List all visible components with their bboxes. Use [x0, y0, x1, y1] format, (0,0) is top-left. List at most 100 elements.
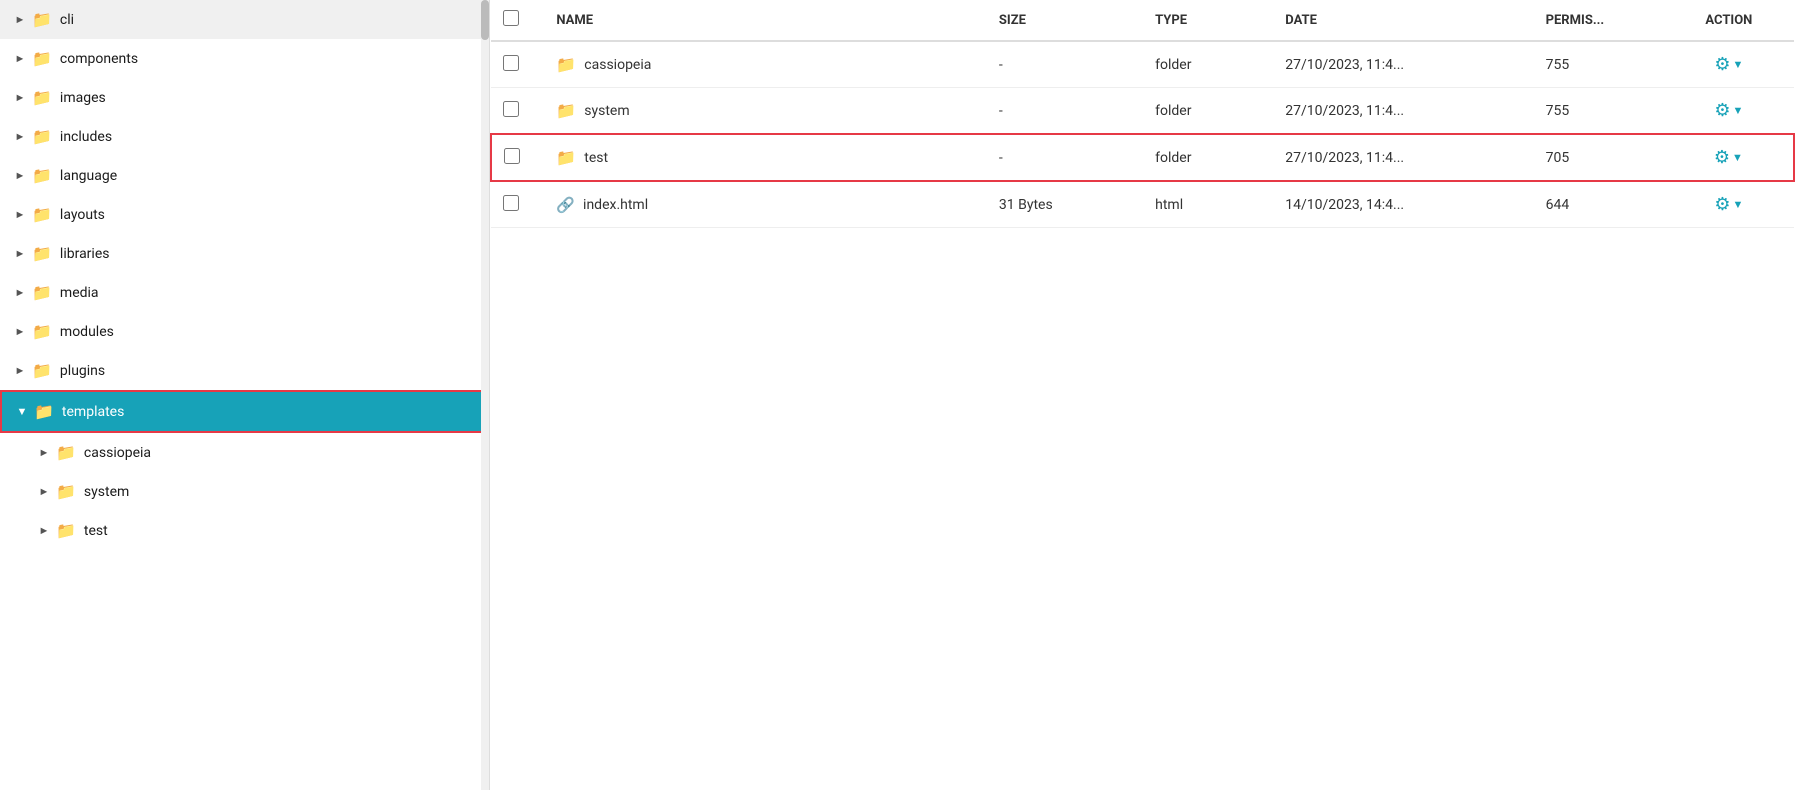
gear-icon: ⚙: [1714, 100, 1730, 121]
row-action-cell: ⚙ ▼: [1664, 88, 1794, 135]
sidebar-item-label: templates: [62, 404, 124, 420]
row-perms: 705: [1534, 134, 1664, 181]
row-date: 14/10/2023, 14:4...: [1273, 181, 1533, 228]
chevron-right-icon: ►: [12, 286, 28, 299]
row-size: 31 Bytes: [987, 181, 1143, 228]
chevron-right-icon: ►: [12, 91, 28, 104]
header-size: SIZE: [987, 0, 1143, 41]
sidebar-item-cassiopeia-child[interactable]: ► 📁 cassiopeia: [0, 433, 489, 472]
file-name: test: [584, 150, 608, 166]
dropdown-arrow-icon: ▼: [1732, 152, 1743, 164]
sidebar-item-libraries[interactable]: ► 📁 libraries: [0, 234, 489, 273]
chevron-right-icon: ►: [36, 524, 52, 537]
chevron-right-icon: ►: [12, 13, 28, 26]
row-size: -: [987, 88, 1143, 135]
row-type: folder: [1143, 41, 1273, 88]
row-size: -: [987, 41, 1143, 88]
chevron-right-icon: ►: [12, 364, 28, 377]
folder-icon: 📁: [32, 88, 52, 107]
folder-icon: 📁: [32, 49, 52, 68]
header-checkbox-cell: [491, 0, 544, 41]
sidebar-item-language[interactable]: ► 📁 language: [0, 156, 489, 195]
file-tree-sidebar: ► 📁 cli ► 📁 components ► 📁 images ► 📁 in…: [0, 0, 490, 790]
chevron-right-icon: ►: [12, 130, 28, 143]
row-type: folder: [1143, 134, 1273, 181]
sidebar-item-label: layouts: [60, 207, 105, 223]
row-date: 27/10/2023, 11:4...: [1273, 41, 1533, 88]
header-date: DATE: [1273, 0, 1533, 41]
chevron-down-icon: ▼: [14, 405, 30, 418]
scrollbar[interactable]: [481, 0, 489, 790]
row-size: -: [987, 134, 1143, 181]
folder-icon: 📁: [556, 148, 576, 167]
sidebar-item-images[interactable]: ► 📁 images: [0, 78, 489, 117]
sidebar-item-includes[interactable]: ► 📁 includes: [0, 117, 489, 156]
action-button[interactable]: ⚙ ▼: [1708, 145, 1749, 170]
chevron-right-icon: ►: [12, 208, 28, 221]
sidebar-item-label: media: [60, 285, 99, 301]
folder-icon: 📁: [32, 127, 52, 146]
row-checkbox[interactable]: [503, 55, 519, 71]
row-perms: 644: [1534, 181, 1664, 228]
folder-icon: 📁: [556, 55, 576, 74]
sidebar-item-modules[interactable]: ► 📁 modules: [0, 312, 489, 351]
sidebar-item-label: language: [60, 168, 117, 184]
folder-icon: 📁: [556, 101, 576, 120]
folder-icon: 📁: [32, 322, 52, 341]
file-list-content: NAME SIZE TYPE DATE PERMIS... ACTION 📁 c…: [490, 0, 1795, 790]
sidebar-item-label: includes: [60, 129, 112, 145]
row-type: folder: [1143, 88, 1273, 135]
sidebar-item-label: modules: [60, 324, 114, 340]
row-name-cell: 🔗 index.html: [544, 181, 987, 228]
file-name: system: [584, 103, 629, 119]
sidebar-item-label: cli: [60, 12, 74, 28]
folder-icon: 📁: [32, 205, 52, 224]
folder-icon: 📁: [56, 521, 76, 540]
header-action: ACTION: [1664, 0, 1794, 41]
sidebar-item-system-child[interactable]: ► 📁 system: [0, 472, 489, 511]
sidebar-item-media[interactable]: ► 📁 media: [0, 273, 489, 312]
row-date: 27/10/2023, 11:4...: [1273, 88, 1533, 135]
row-checkbox[interactable]: [503, 101, 519, 117]
row-checkbox-cell: [491, 134, 544, 181]
row-date: 27/10/2023, 11:4...: [1273, 134, 1533, 181]
action-button[interactable]: ⚙ ▼: [1708, 98, 1749, 123]
file-table: NAME SIZE TYPE DATE PERMIS... ACTION 📁 c…: [490, 0, 1795, 228]
sidebar-item-layouts[interactable]: ► 📁 layouts: [0, 195, 489, 234]
scroll-thumb[interactable]: [481, 0, 489, 40]
row-name-cell: 📁 cassiopeia: [544, 41, 987, 88]
folder-icon: 📁: [32, 361, 52, 380]
table-row: 🔗 index.html 31 Bytes html 14/10/2023, 1…: [491, 181, 1794, 228]
folder-icon: 📁: [56, 482, 76, 501]
row-checkbox-cell: [491, 88, 544, 135]
sidebar-item-test-child[interactable]: ► 📁 test: [0, 511, 489, 550]
chevron-right-icon: ►: [12, 247, 28, 260]
sidebar-item-components[interactable]: ► 📁 components: [0, 39, 489, 78]
sidebar-item-templates[interactable]: ▼ 📁 templates: [0, 390, 489, 433]
dropdown-arrow-icon: ▼: [1733, 59, 1744, 71]
row-action-cell: ⚙ ▼: [1664, 41, 1794, 88]
header-name: NAME: [544, 0, 987, 41]
chevron-right-icon: ►: [36, 446, 52, 459]
row-checkbox[interactable]: [504, 148, 520, 164]
table-row: 📁 test - folder 27/10/2023, 11:4... 705 …: [491, 134, 1794, 181]
row-checkbox-cell: [491, 181, 544, 228]
sidebar-item-label: libraries: [60, 246, 110, 262]
table-row: 📁 cassiopeia - folder 27/10/2023, 11:4..…: [491, 41, 1794, 88]
symlink-icon: 🔗: [556, 196, 575, 214]
folder-icon: 📁: [32, 166, 52, 185]
sidebar-item-label: plugins: [60, 363, 105, 379]
action-button[interactable]: ⚙ ▼: [1708, 52, 1749, 77]
chevron-right-icon: ►: [12, 52, 28, 65]
dropdown-arrow-icon: ▼: [1733, 105, 1744, 117]
sidebar-item-cli[interactable]: ► 📁 cli: [0, 0, 489, 39]
action-button[interactable]: ⚙ ▼: [1708, 192, 1749, 217]
sidebar-item-plugins[interactable]: ► 📁 plugins: [0, 351, 489, 390]
row-checkbox[interactable]: [503, 195, 519, 211]
dropdown-arrow-icon: ▼: [1733, 199, 1744, 211]
select-all-checkbox[interactable]: [503, 10, 519, 26]
file-name: index.html: [583, 197, 648, 213]
sidebar-item-label: components: [60, 51, 138, 67]
folder-icon: 📁: [34, 402, 54, 421]
row-perms: 755: [1534, 41, 1664, 88]
